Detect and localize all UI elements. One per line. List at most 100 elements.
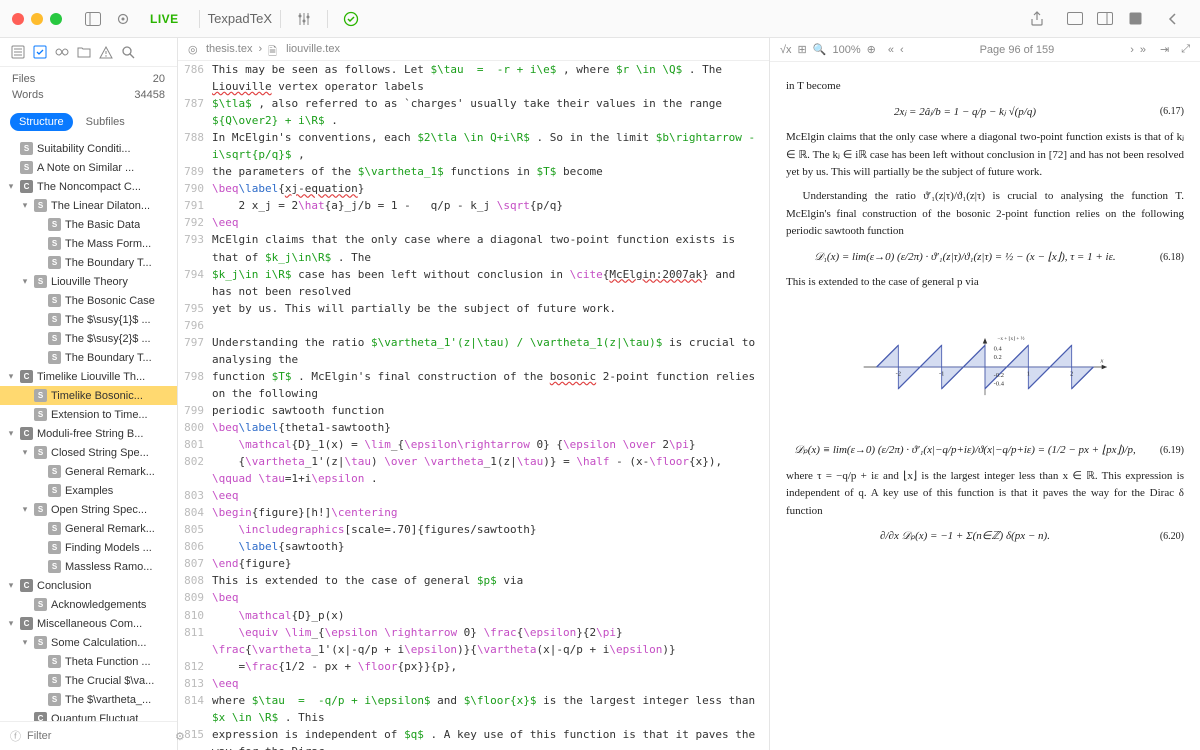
- outline-item[interactable]: SThe Bosonic Case: [0, 291, 177, 310]
- outline-item[interactable]: SThe $\susy{2}$ ...: [0, 329, 177, 348]
- nav-next-icon[interactable]: ›: [1130, 44, 1134, 56]
- outline-item[interactable]: CQuantum Fluctuat: [0, 709, 177, 721]
- breadcrumb-file[interactable]: liouville.tex: [286, 43, 340, 55]
- outline-item[interactable]: SThe $\susy{1}$ ...: [0, 310, 177, 329]
- file-icon: 🗎: [268, 43, 280, 55]
- zoom-reset-icon[interactable]: ⊕: [867, 43, 876, 56]
- preview-text: where τ = −q/p + iε and ⌊x⌋ is the large…: [786, 468, 1184, 521]
- preview-text: This is extended to the case of general …: [786, 274, 1184, 292]
- svg-text:-0.4: -0.4: [994, 381, 1005, 388]
- outline-item[interactable]: SA Note on Similar ...: [0, 158, 177, 177]
- outline-item[interactable]: STimelike Bosonic...: [0, 386, 177, 405]
- infinity-icon[interactable]: [54, 44, 70, 60]
- svg-text:0.4: 0.4: [994, 345, 1003, 352]
- tab-subfiles[interactable]: Subfiles: [77, 113, 134, 131]
- outline-item[interactable]: SAcknowledgements: [0, 595, 177, 614]
- nav-first-icon[interactable]: «: [888, 44, 894, 56]
- sqrt-icon[interactable]: √x: [780, 44, 792, 56]
- outline-item[interactable]: ▾SSome Calculation...: [0, 633, 177, 652]
- outline-item[interactable]: ▾CThe Noncompact C...: [0, 177, 177, 196]
- warning-icon[interactable]: [98, 44, 114, 60]
- outline-item[interactable]: SSuitability Conditi...: [0, 139, 177, 158]
- sliders-icon[interactable]: [295, 10, 313, 28]
- zoom-window-button[interactable]: [50, 13, 62, 25]
- svg-text:-0.2: -0.2: [994, 372, 1004, 379]
- words-value: 34458: [134, 89, 165, 101]
- outline-item[interactable]: ▾SThe Linear Dilaton...: [0, 196, 177, 215]
- breadcrumb-root[interactable]: thesis.tex: [206, 43, 252, 55]
- outline-item[interactable]: ▾CTimelike Liouville Th...: [0, 367, 177, 386]
- search-icon[interactable]: [120, 44, 136, 60]
- equation: 𝒟ₚ(x) ≡ lim(ε→0) (ε/2π) · ϑ′₁(x|−q/p+iε)…: [786, 442, 1144, 460]
- files-value: 20: [153, 73, 165, 85]
- nav-last-icon[interactable]: »: [1140, 44, 1146, 56]
- svg-text:-1: -1: [939, 371, 944, 378]
- preview-content[interactable]: in T become 2xⱼ = 2âⱼ/b = 1 − q/p − kⱼ √…: [770, 62, 1200, 750]
- target-icon[interactable]: ◎: [188, 43, 200, 55]
- zoom-value: 100%: [832, 44, 860, 56]
- outline-item[interactable]: SThe Boundary T...: [0, 253, 177, 272]
- outline-item[interactable]: SExamples: [0, 481, 177, 500]
- layout-single-icon[interactable]: [1066, 10, 1084, 28]
- export-icon[interactable]: ⇥: [1160, 43, 1169, 56]
- window-controls: [12, 13, 62, 25]
- outline-tree[interactable]: SSuitability Conditi...SA Note on Simila…: [0, 137, 177, 721]
- outline-item[interactable]: STheta Function ...: [0, 652, 177, 671]
- engine-label[interactable]: TexpadTeX: [208, 11, 272, 26]
- divider: [280, 10, 281, 28]
- svg-text:x: x: [1100, 358, 1104, 365]
- zoom-icon[interactable]: 🔍: [813, 43, 827, 56]
- gear-icon[interactable]: [114, 10, 132, 28]
- sidebar-tabs: Structure Subfiles: [0, 107, 177, 137]
- editor-pane: ◎ thesis.tex › 🗎 liouville.tex 786This m…: [178, 38, 770, 750]
- svg-text:2: 2: [1070, 371, 1073, 378]
- equation-number: (6.19): [1144, 443, 1184, 459]
- sawtooth-figure: -2-112 0.40.2 -0.2-0.4 x −x + ⌊x⌋ + ½: [855, 302, 1115, 432]
- layout-split-icon[interactable]: [1096, 10, 1114, 28]
- filter-input[interactable]: [27, 730, 169, 742]
- outline-item[interactable]: ▾CModuli-free String B...: [0, 424, 177, 443]
- outline-item[interactable]: SThe Basic Data: [0, 215, 177, 234]
- preview-text: McElgin claims that the only case where …: [786, 129, 1184, 182]
- titlebar: LIVE TexpadTeX: [0, 0, 1200, 38]
- typeset-success-icon[interactable]: [342, 10, 360, 28]
- tab-structure[interactable]: Structure: [10, 113, 73, 131]
- outline-icon[interactable]: [10, 44, 26, 60]
- folder-icon[interactable]: [76, 44, 92, 60]
- grid-icon[interactable]: ⊞: [798, 43, 807, 56]
- outline-item[interactable]: ▾SClosed String Spe...: [0, 443, 177, 462]
- chevron-right-icon: ›: [258, 43, 262, 55]
- code-editor[interactable]: 786This may be seen as follows. Let $\ta…: [178, 61, 769, 750]
- outline-item[interactable]: ▾CConclusion: [0, 576, 177, 595]
- outline-item[interactable]: ▾CMiscellaneous Com...: [0, 614, 177, 633]
- outline-item[interactable]: SThe $\vartheta_...: [0, 690, 177, 709]
- outline-item[interactable]: ▾SLiouville Theory: [0, 272, 177, 291]
- sidebar: Files20 Words34458 Structure Subfiles SS…: [0, 38, 178, 750]
- breadcrumb: ◎ thesis.tex › 🗎 liouville.tex: [178, 38, 769, 61]
- layout-preview-icon[interactable]: [1126, 10, 1144, 28]
- check-icon[interactable]: [32, 44, 48, 60]
- outline-item[interactable]: SFinding Models ...: [0, 538, 177, 557]
- outline-item[interactable]: SThe Mass Form...: [0, 234, 177, 253]
- preview-text: in T become: [786, 78, 1184, 96]
- outline-item[interactable]: SGeneral Remark...: [0, 462, 177, 481]
- outline-item[interactable]: SGeneral Remark...: [0, 519, 177, 538]
- filter-icon: ⓕ: [10, 728, 21, 744]
- close-window-button[interactable]: [12, 13, 24, 25]
- minimize-window-button[interactable]: [31, 13, 43, 25]
- svg-text:−x + ⌊x⌋ + ½: −x + ⌊x⌋ + ½: [997, 335, 1024, 342]
- words-label: Words: [12, 89, 44, 101]
- outline-item[interactable]: ▾SOpen String Spec...: [0, 500, 177, 519]
- sidebar-toggle-icon[interactable]: [84, 10, 102, 28]
- outline-item[interactable]: SThe Boundary T...: [0, 348, 177, 367]
- chevron-left-icon[interactable]: [1164, 10, 1182, 28]
- expand-icon[interactable]: ⤢: [1181, 43, 1190, 56]
- outline-item[interactable]: SExtension to Time...: [0, 405, 177, 424]
- outline-item[interactable]: SMassless Ramo...: [0, 557, 177, 576]
- equation: 2xⱼ = 2âⱼ/b = 1 − q/p − kⱼ √(p/q): [786, 104, 1144, 122]
- sidebar-filter: ⓕ ⚙: [0, 721, 177, 750]
- share-icon[interactable]: [1028, 10, 1046, 28]
- preview-text: Understanding the ratio ϑ′₁(z|τ)/ϑ₁(z|τ)…: [786, 188, 1184, 241]
- nav-prev-icon[interactable]: ‹: [900, 44, 904, 56]
- outline-item[interactable]: SThe Crucial $\va...: [0, 671, 177, 690]
